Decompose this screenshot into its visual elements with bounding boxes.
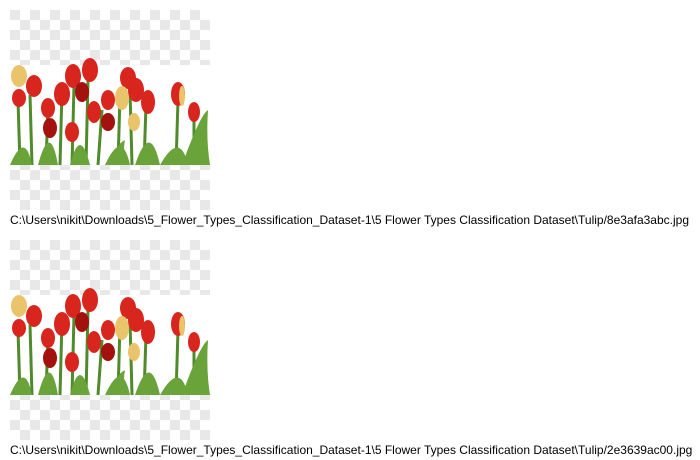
image-path-caption: C:\Users\nikit\Downloads\5_Flower_Types_… (10, 443, 693, 457)
image-path-caption: C:\Users\nikit\Downloads\5_Flower_Types_… (10, 213, 689, 227)
tulip-image-thumbnail (10, 240, 210, 440)
image-results-page: C:\Users\nikit\Downloads\5_Flower_Types_… (0, 0, 700, 460)
tulip-image-thumbnail (10, 10, 210, 210)
